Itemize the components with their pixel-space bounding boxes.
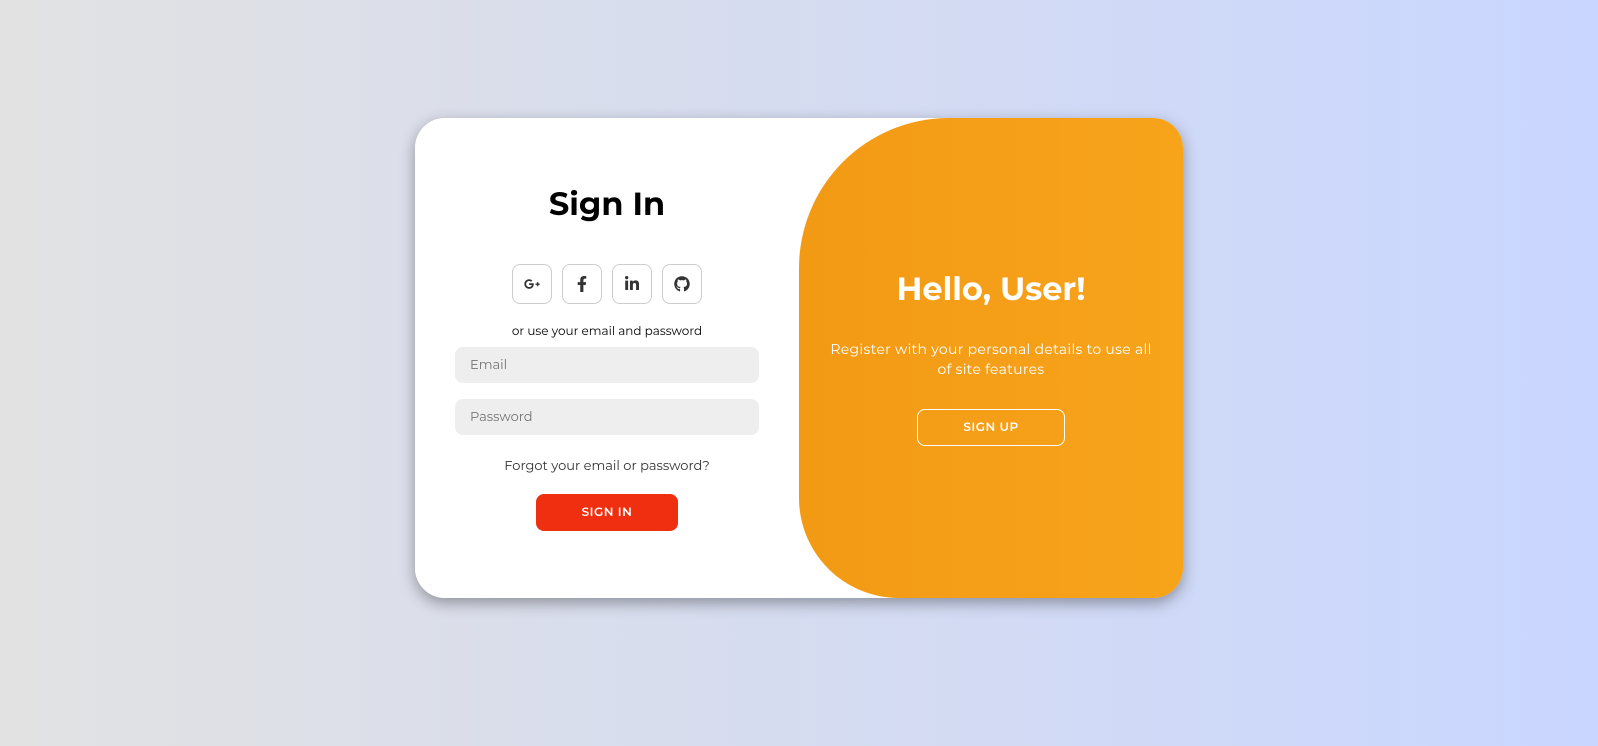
- linkedin-login[interactable]: [612, 264, 652, 304]
- google-plus-icon: [524, 276, 540, 292]
- sign-in-panel: Sign In or use your email and password F…: [415, 118, 799, 598]
- sign-in-button[interactable]: Sign In: [536, 494, 679, 531]
- sign-in-form: Sign In or use your email and password F…: [415, 118, 799, 598]
- login-container: Sign In or use your email and password F…: [415, 118, 1183, 598]
- github-icon: [674, 276, 690, 292]
- toggle-background: Hello, User! Register with your personal…: [799, 118, 1183, 598]
- hello-title: Hello, User!: [897, 270, 1086, 309]
- social-alt-text: or use your email and password: [512, 324, 702, 339]
- linkedin-icon: [624, 276, 640, 292]
- email-input[interactable]: [455, 347, 759, 383]
- social-icons-row: [512, 264, 702, 304]
- sign-in-title: Sign In: [549, 185, 665, 224]
- sign-up-button[interactable]: Sign Up: [917, 409, 1064, 446]
- facebook-login[interactable]: [562, 264, 602, 304]
- sign-up-prompt-panel: Hello, User! Register with your personal…: [799, 118, 1183, 598]
- github-login[interactable]: [662, 264, 702, 304]
- password-input[interactable]: [455, 399, 759, 435]
- forgot-password-link[interactable]: Forgot your email or password?: [504, 458, 709, 474]
- google-plus-login[interactable]: [512, 264, 552, 304]
- facebook-icon: [574, 276, 590, 292]
- toggle-container: Hello, User! Register with your personal…: [799, 118, 1183, 598]
- register-description: Register with your personal details to u…: [829, 339, 1153, 379]
